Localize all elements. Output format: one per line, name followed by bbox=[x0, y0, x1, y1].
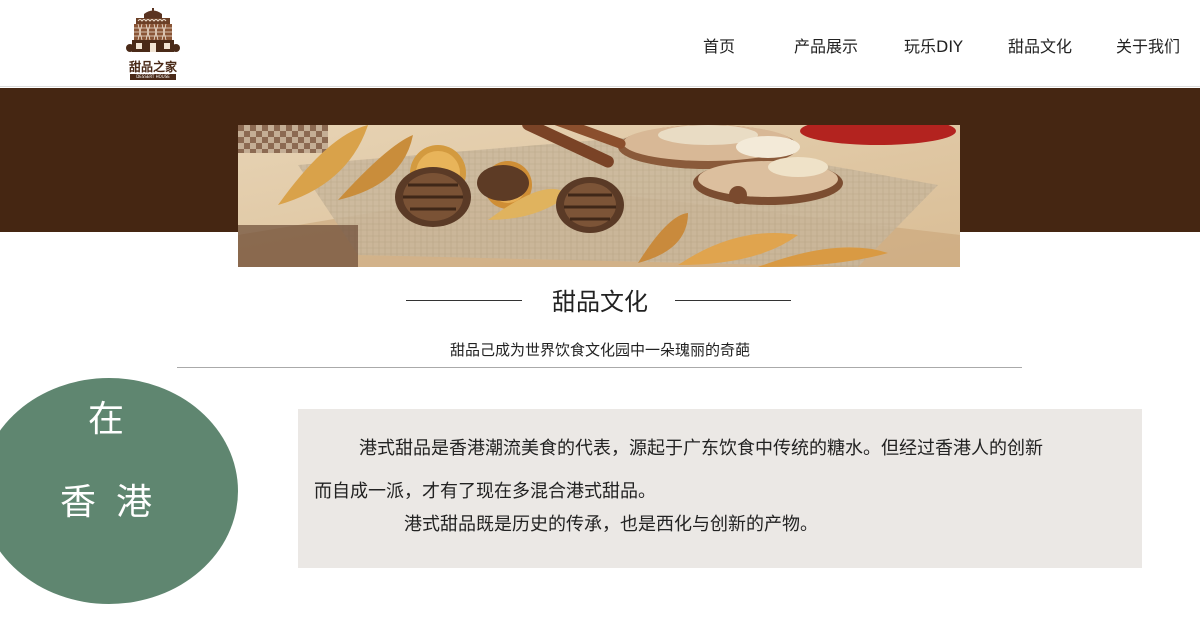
nav-item-products[interactable]: 产品展示 bbox=[794, 33, 858, 57]
hero-banner-image bbox=[238, 125, 960, 267]
culture-text-box: 港式甜品是香港潮流美食的代表，源起于广东饮食中传统的糖水。但经过香港人的创新 而… bbox=[298, 409, 1142, 568]
nav-item-diy[interactable]: 玩乐DIY bbox=[904, 33, 963, 57]
section-subtitle: 甜品己成为世界饮食文化园中一朵瑰丽的奇葩 bbox=[449, 341, 750, 359]
logo-title: 甜品之家 bbox=[128, 60, 177, 74]
site-header: 甜品之家 DESSERT HOUSE 首页 产品展示 玩乐DIY 甜品文化 关于… bbox=[0, 0, 1200, 87]
section-title: 甜品文化 bbox=[552, 288, 648, 316]
section-heading: 甜品文化 bbox=[0, 282, 1200, 318]
circle-char-xiang: 香 bbox=[60, 482, 97, 523]
dessert-still-life-image bbox=[238, 125, 960, 267]
paragraph-line-2: 而自成一派，才有了现在多混合港式甜品。 bbox=[314, 481, 656, 502]
circle-char-zai: 在 bbox=[88, 399, 125, 440]
circle-char-gang: 港 bbox=[116, 482, 153, 523]
section-divider bbox=[177, 367, 1022, 368]
heading-line-right bbox=[675, 300, 791, 301]
nav-item-home[interactable]: 首页 bbox=[703, 33, 735, 57]
main-nav: 首页 产品展示 玩乐DIY 甜品文化 关于我们 bbox=[0, 33, 1200, 57]
nav-item-culture[interactable]: 甜品文化 bbox=[1008, 33, 1072, 57]
paragraph-line-3: 港式甜品既是历史的传承，也是西化与创新的产物。 bbox=[404, 514, 818, 535]
paragraph-line-1: 港式甜品是香港潮流美食的代表，源起于广东饮食中传统的糖水。但经过香港人的创新 bbox=[359, 438, 1043, 459]
hong-kong-circle: 在 香 港 bbox=[0, 378, 238, 604]
nav-item-about[interactable]: 关于我们 bbox=[1116, 33, 1180, 57]
logo-subtitle: DESSERT HOUSE bbox=[130, 74, 176, 80]
